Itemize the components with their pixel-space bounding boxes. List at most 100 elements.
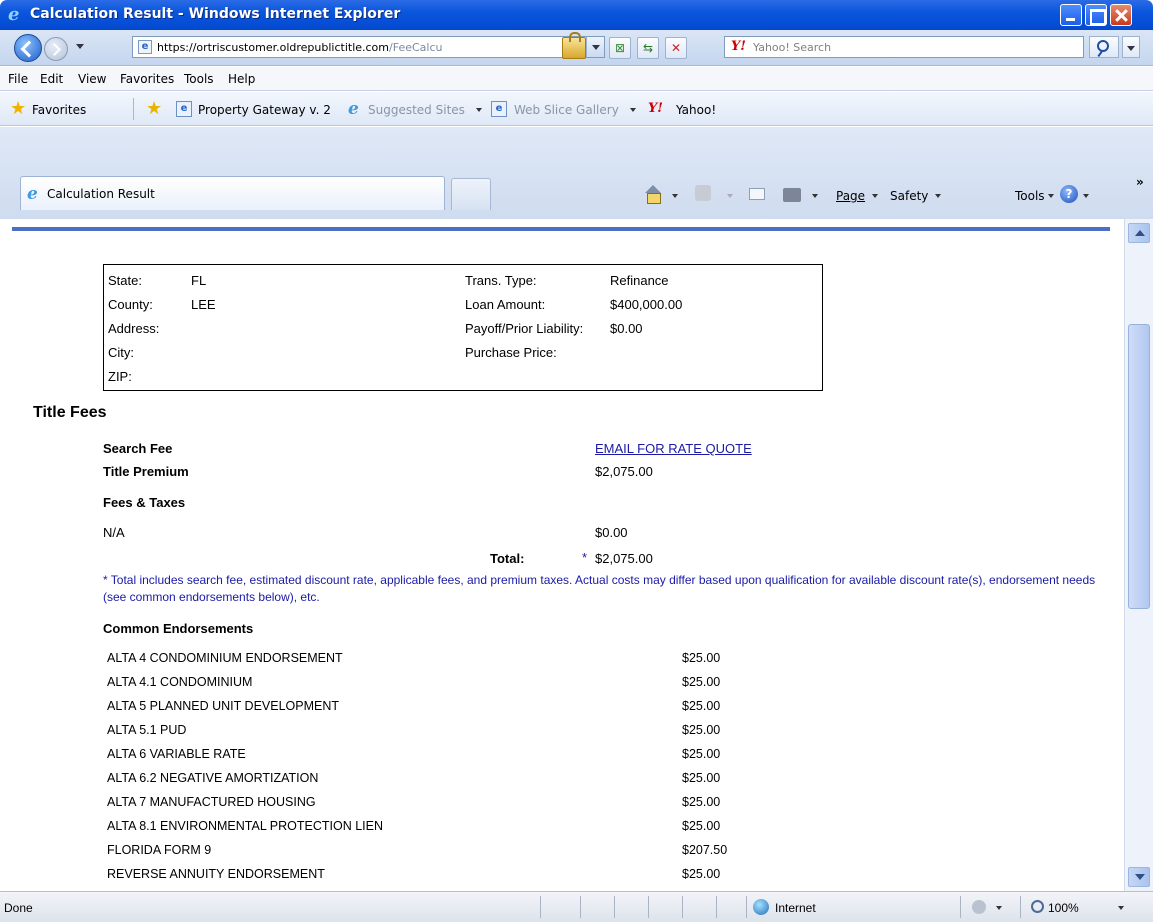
chevron-down-icon[interactable]	[727, 194, 733, 198]
refresh-icon[interactable]: ⇆	[637, 37, 659, 59]
status-text: Done	[4, 901, 33, 915]
separator	[682, 896, 683, 918]
more-commands-icon[interactable]: »	[1136, 175, 1144, 189]
zoom-icon[interactable]	[1031, 900, 1044, 913]
menu-view[interactable]: View	[78, 72, 106, 86]
endorsement-name: ALTA 5 PLANNED UNIT DEVELOPMENT	[107, 699, 340, 713]
close-button[interactable]	[1110, 4, 1132, 26]
chevron-down-icon[interactable]	[996, 906, 1002, 910]
chevron-down-icon[interactable]	[1118, 906, 1124, 910]
forward-button[interactable]	[44, 37, 68, 61]
minimize-button[interactable]	[1060, 4, 1082, 26]
separator	[716, 896, 717, 918]
add-to-favorites-icon[interactable]: ★	[146, 100, 164, 118]
endorsement-amount: $25.00	[682, 867, 721, 881]
zoom-level[interactable]: 100%	[1048, 901, 1079, 915]
title-fees-heading: Title Fees	[33, 404, 107, 421]
menu-edit[interactable]: Edit	[40, 72, 63, 86]
chevron-down-icon[interactable]	[672, 194, 678, 198]
endorsement-name: ALTA 4 CONDOMINIUM ENDORSEMENT	[107, 651, 343, 665]
endorsement-name: ALTA 8.1 ENVIRONMENTAL PROTECTION LIEN	[107, 819, 383, 833]
chevron-down-icon[interactable]	[935, 194, 941, 198]
home-icon[interactable]	[643, 185, 663, 204]
separator	[746, 896, 747, 918]
scroll-thumb[interactable]	[1128, 324, 1150, 609]
favorite-link-web-slice-gallery[interactable]: Web Slice Gallery	[514, 103, 619, 117]
email-rate-quote-link[interactable]: EMAIL FOR RATE QUOTE	[595, 441, 752, 456]
menu-file[interactable]: File	[8, 72, 28, 86]
total-value: $2,075.00	[595, 551, 653, 566]
endorsement-amount: $25.00	[682, 723, 721, 737]
favorite-link-property-gateway[interactable]: Property Gateway v. 2	[198, 103, 331, 117]
favorites-bar: ★ Favorites ★ e Property Gateway v. 2 e …	[0, 92, 1153, 126]
yahoo-icon: Y!	[731, 39, 746, 54]
chevron-down-icon[interactable]	[1083, 194, 1089, 198]
mail-icon[interactable]	[749, 188, 765, 200]
chevron-down-icon[interactable]	[630, 108, 636, 112]
back-button[interactable]	[14, 34, 42, 62]
chevron-down-icon[interactable]	[872, 194, 878, 198]
page-icon: e	[491, 101, 507, 117]
window-title: Calculation Result - Windows Internet Ex…	[30, 6, 401, 22]
page-menu-button[interactable]: Page	[836, 189, 865, 203]
status-bar: Done Internet 100%	[0, 891, 1153, 922]
tab-calculation-result[interactable]: e Calculation Result	[20, 176, 445, 210]
menu-favorites[interactable]: Favorites	[120, 72, 174, 86]
search-placeholder: Yahoo! Search	[753, 41, 832, 54]
stop-icon[interactable]: ✕	[665, 37, 687, 59]
maximize-button[interactable]	[1085, 4, 1107, 26]
na-label: N/A	[103, 525, 125, 540]
loan-amount-label: Loan Amount:	[465, 297, 546, 312]
security-lock-icon[interactable]	[562, 32, 586, 59]
favorite-link-yahoo[interactable]: Yahoo!	[676, 103, 716, 117]
endorsement-name: REVERSE ANNUITY ENDORSEMENT	[107, 867, 325, 881]
protected-mode-icon[interactable]	[972, 900, 986, 914]
address-label: Address:	[108, 321, 160, 336]
search-icon[interactable]	[1089, 36, 1119, 58]
scroll-up-button[interactable]	[1128, 223, 1150, 243]
compatibility-view-icon[interactable]: ⊠	[609, 37, 631, 59]
city-label: City:	[108, 345, 134, 360]
print-icon[interactable]	[783, 188, 801, 202]
menu-tools[interactable]: Tools	[184, 72, 214, 86]
address-bar[interactable]: e https://ortriscustomer.oldrepublictitl…	[132, 36, 605, 58]
feeds-icon[interactable]	[695, 185, 711, 201]
separator	[580, 896, 581, 918]
chevron-down-icon[interactable]	[1048, 194, 1054, 198]
scroll-down-button[interactable]	[1128, 867, 1150, 887]
endorsement-name: ALTA 7 MANUFACTURED HOUSING	[107, 795, 316, 809]
favorite-link-suggested-sites[interactable]: Suggested Sites	[368, 103, 465, 117]
endorsement-name: ALTA 6.2 NEGATIVE AMORTIZATION	[107, 771, 319, 785]
state-value: FL	[191, 273, 207, 288]
payoff-label: Payoff/Prior Liability:	[465, 321, 584, 336]
county-value: LEE	[191, 297, 216, 312]
internet-zone-icon	[753, 899, 769, 915]
address-url[interactable]: https://ortriscustomer.oldrepublictitle.…	[157, 41, 567, 54]
endorsement-amount: $25.00	[682, 699, 721, 713]
recent-pages-dropdown-icon[interactable]	[76, 44, 84, 49]
new-tab-button[interactable]	[451, 178, 491, 210]
page-icon: e	[176, 101, 192, 117]
endorsement-amount: $25.00	[682, 675, 721, 689]
vertical-scrollbar[interactable]	[1124, 219, 1153, 891]
search-options-dropdown[interactable]	[1122, 36, 1140, 58]
favorites-button[interactable]: Favorites	[32, 103, 86, 117]
endorsement-name: ALTA 6 VARIABLE RATE	[107, 747, 246, 761]
tools-menu-button[interactable]: Tools	[1015, 189, 1045, 203]
page-icon: e	[138, 40, 152, 54]
search-input[interactable]: Y! Yahoo! Search	[724, 36, 1084, 58]
security-zone-label: Internet	[775, 901, 816, 915]
help-icon[interactable]: ?	[1060, 185, 1078, 203]
address-dropdown-button[interactable]	[586, 37, 604, 57]
common-endorsements-heading: Common Endorsements	[103, 621, 254, 636]
endorsement-name: ALTA 5.1 PUD	[107, 723, 187, 737]
separator	[648, 896, 649, 918]
safety-menu-button[interactable]: Safety	[890, 189, 928, 203]
total-disclaimer-note: * Total includes search fee, estimated d…	[103, 573, 1096, 604]
favorites-star-icon: ★	[10, 98, 27, 119]
chevron-down-icon[interactable]	[812, 194, 818, 198]
separator	[133, 98, 134, 120]
yahoo-icon: Y!	[648, 101, 663, 116]
menu-help[interactable]: Help	[228, 72, 255, 86]
chevron-down-icon[interactable]	[476, 108, 482, 112]
